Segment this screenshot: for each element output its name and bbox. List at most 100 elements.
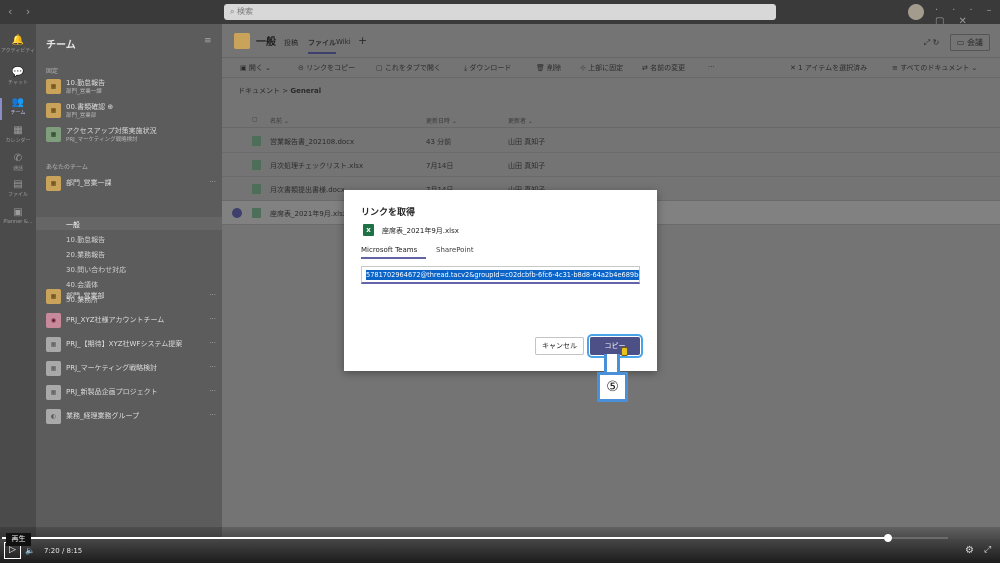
history-nav: ‹ › bbox=[8, 5, 40, 18]
refresh-icon[interactable]: ↻ bbox=[933, 38, 940, 47]
file-modified: 43 分前 bbox=[426, 138, 452, 146]
play-tooltip: 再生 bbox=[6, 533, 31, 546]
minimize-icon[interactable]: – bbox=[987, 5, 1000, 16]
table-row[interactable]: 営業報告書_202108.docx 43 分前 山田 真知子 bbox=[222, 129, 1000, 153]
team-item[interactable]: ▦ PRJ_マーケティング戦略検討 ··· bbox=[46, 359, 216, 379]
pin-button[interactable]: ⊹ 上部に固定 bbox=[580, 63, 623, 73]
file-name[interactable]: 月次処理チェックリスト.xlsx bbox=[270, 161, 363, 171]
fullscreen-icon[interactable]: ⤢ bbox=[984, 545, 991, 555]
tab-files[interactable]: ファイル bbox=[308, 38, 336, 54]
pinned-item[interactable]: ▦ 10.勤怠報告 部門_営業一課 bbox=[46, 77, 216, 97]
breadcrumb-root[interactable]: ドキュメント bbox=[238, 87, 280, 95]
rename-label: 名前の変更 bbox=[650, 64, 686, 72]
rail-item-activity[interactable]: 🔔 アクティビティ bbox=[0, 32, 36, 62]
file-modified-by: 山田 真知子 bbox=[508, 138, 546, 146]
team-item[interactable]: ◉ PRJ_XYZ社様アカウントチーム ··· bbox=[46, 311, 216, 331]
more-options-icon[interactable]: ··· bbox=[209, 411, 216, 419]
rail-item-chat[interactable]: 💬 チャット bbox=[0, 64, 36, 94]
rail-item-files[interactable]: ▤ ファイル bbox=[0, 176, 36, 206]
more-options-icon[interactable]: ··· bbox=[209, 363, 216, 371]
team-tile-icon bbox=[234, 33, 250, 49]
link-value[interactable]: 5781702964672@thread.tacv2&groupId=c02dc… bbox=[366, 270, 639, 280]
tab-icon: ▢ bbox=[376, 64, 385, 72]
link-field[interactable]: 5781702964672@thread.tacv2&groupId=c02dc… bbox=[361, 266, 640, 284]
rail-label: アクティビティ bbox=[0, 48, 36, 54]
tab-microsoft-teams[interactable]: Microsoft Teams bbox=[361, 246, 417, 254]
open-button[interactable]: ▣ 開く ⌄ bbox=[240, 63, 271, 73]
column-modified[interactable]: 更新日時 ⌄ bbox=[426, 116, 457, 125]
all-documents-dropdown[interactable]: ≡ すべてのドキュメント ⌄ bbox=[892, 63, 977, 73]
team-item[interactable]: ▦ PRJ_【期待】XYZ社WFシステム提案 ··· bbox=[46, 335, 216, 355]
add-tab-icon[interactable]: + bbox=[358, 34, 367, 47]
delete-button[interactable]: 🗑 削除 bbox=[536, 63, 561, 73]
file-name[interactable]: 月次書類提出書様.docx bbox=[270, 185, 345, 195]
open-tab-button[interactable]: ▢ これをタブで開く bbox=[376, 63, 441, 73]
copy-button[interactable]: コピー bbox=[587, 334, 643, 358]
download-button[interactable]: ⤓ ダウンロード bbox=[464, 63, 511, 73]
tab-sharepoint[interactable]: SharePoint bbox=[436, 246, 474, 254]
table-row[interactable]: 月次処理チェックリスト.xlsx 7月14日 山田 真知子 bbox=[222, 153, 1000, 177]
team-item[interactable]: ◐ 業務_経理業務グループ ··· bbox=[46, 407, 216, 427]
progress-bar[interactable] bbox=[2, 534, 948, 542]
file-modified-by: 山田 真知子 bbox=[508, 162, 546, 170]
download-label: ダウンロード bbox=[469, 64, 512, 72]
expand-icon[interactable]: ⤢ bbox=[924, 38, 930, 47]
file-name[interactable]: 営業報告書_202108.docx bbox=[270, 137, 354, 147]
column-name[interactable]: 名前 ⌄ bbox=[270, 116, 289, 125]
avatar[interactable] bbox=[908, 4, 924, 20]
cancel-button[interactable]: キャンセル bbox=[535, 337, 584, 355]
pinned-item[interactable]: ▦ アクセスアップ対策実施状況 PRJ_マーケティング戦略検討 bbox=[46, 125, 216, 145]
volume-icon[interactable]: 🔈 bbox=[25, 546, 35, 555]
team-item[interactable]: ▦ 部門_営業一課 ··· bbox=[46, 174, 216, 194]
settings-icon[interactable]: ⚙ bbox=[965, 545, 974, 556]
rail-item-calendar[interactable]: ▦ カレンダー bbox=[0, 122, 36, 152]
team-item[interactable]: ▦ PRJ_新製品企画プロジェクト ··· bbox=[46, 383, 216, 403]
pinned-item[interactable]: ▦ 00.書類確認 ⊕ 部門_営業部 bbox=[46, 101, 216, 121]
column-modified-by[interactable]: 更新者 ⌄ bbox=[508, 116, 533, 125]
more-icon[interactable]: ··· bbox=[935, 5, 987, 16]
pinned-section-label: 固定 bbox=[46, 68, 59, 75]
meeting-button[interactable]: ▭ 会議 bbox=[949, 34, 990, 51]
selection-count[interactable]: ✕ 1 アイテムを選択済み bbox=[790, 63, 867, 73]
rename-button[interactable]: ⇄ 名前の変更 bbox=[642, 63, 685, 73]
more-options-icon[interactable]: ··· bbox=[209, 387, 216, 395]
selected-check-icon[interactable] bbox=[232, 208, 242, 218]
file-icon bbox=[252, 184, 261, 194]
files-toolbar: ▣ 開く ⌄ ⊝ リンクをコピー ▢ これをタブで開く ⤓ ダウンロード 🗑 削… bbox=[222, 58, 1000, 78]
team-tile-icon: ◉ bbox=[46, 313, 61, 328]
copy-link-label: リンクをコピー bbox=[306, 64, 356, 72]
forward-arrow-icon[interactable]: › bbox=[26, 5, 30, 18]
selected-channel-highlight bbox=[36, 217, 222, 230]
link-icon: ⊝ bbox=[298, 64, 307, 72]
more-options-icon[interactable]: ··· bbox=[209, 178, 216, 186]
search-input[interactable]: ⌕ 検索 bbox=[224, 4, 776, 20]
rename-icon: ⇄ bbox=[642, 64, 651, 72]
trash-icon: 🗑 bbox=[536, 64, 548, 72]
more-icon[interactable]: ··· bbox=[708, 63, 715, 71]
rail-label: ファイル bbox=[7, 192, 28, 198]
teams-panel: チーム ≡ 固定 ▦ 10.勤怠報告 部門_営業一課 ▦ 00.書類確認 ⊕ 部… bbox=[36, 24, 222, 539]
video-icon: ▭ bbox=[956, 38, 967, 47]
rail-item-planner[interactable]: ▣ Planner &... bbox=[0, 204, 36, 234]
channel-item[interactable]: 20.業務報告 bbox=[66, 250, 105, 260]
file-name[interactable]: 座席表_2021年9月.xlsx bbox=[270, 209, 347, 219]
team-item[interactable]: ▦ 部門_営業部 ··· bbox=[46, 287, 216, 307]
copy-link-button[interactable]: ⊝ リンクをコピー bbox=[298, 63, 355, 73]
more-options-icon[interactable]: ··· bbox=[209, 339, 216, 347]
rail-item-teams[interactable]: 👥 チーム bbox=[0, 94, 36, 124]
more-options-icon[interactable]: ··· bbox=[209, 291, 216, 299]
channel-item[interactable]: 10.勤怠報告 bbox=[66, 235, 105, 245]
tab-posts[interactable]: 投稿 bbox=[284, 38, 298, 48]
more-options-icon[interactable]: ··· bbox=[209, 315, 216, 323]
back-arrow-icon[interactable]: ‹ bbox=[8, 5, 12, 18]
play-button[interactable]: 再生 ▷ bbox=[4, 533, 31, 559]
team-tile-icon: ▦ bbox=[46, 385, 61, 400]
active-tab-indicator bbox=[361, 257, 426, 259]
filter-icon[interactable]: ≡ bbox=[204, 36, 212, 46]
channel-item[interactable]: 30.問い合わせ対応 bbox=[66, 265, 126, 275]
channel-item[interactable]: 一般 bbox=[66, 220, 80, 230]
progress-handle[interactable] bbox=[884, 534, 893, 542]
tab-wiki[interactable]: Wiki bbox=[336, 38, 351, 46]
team-name: 部門_営業部 bbox=[66, 292, 105, 300]
rail-label: チャット bbox=[8, 80, 28, 86]
